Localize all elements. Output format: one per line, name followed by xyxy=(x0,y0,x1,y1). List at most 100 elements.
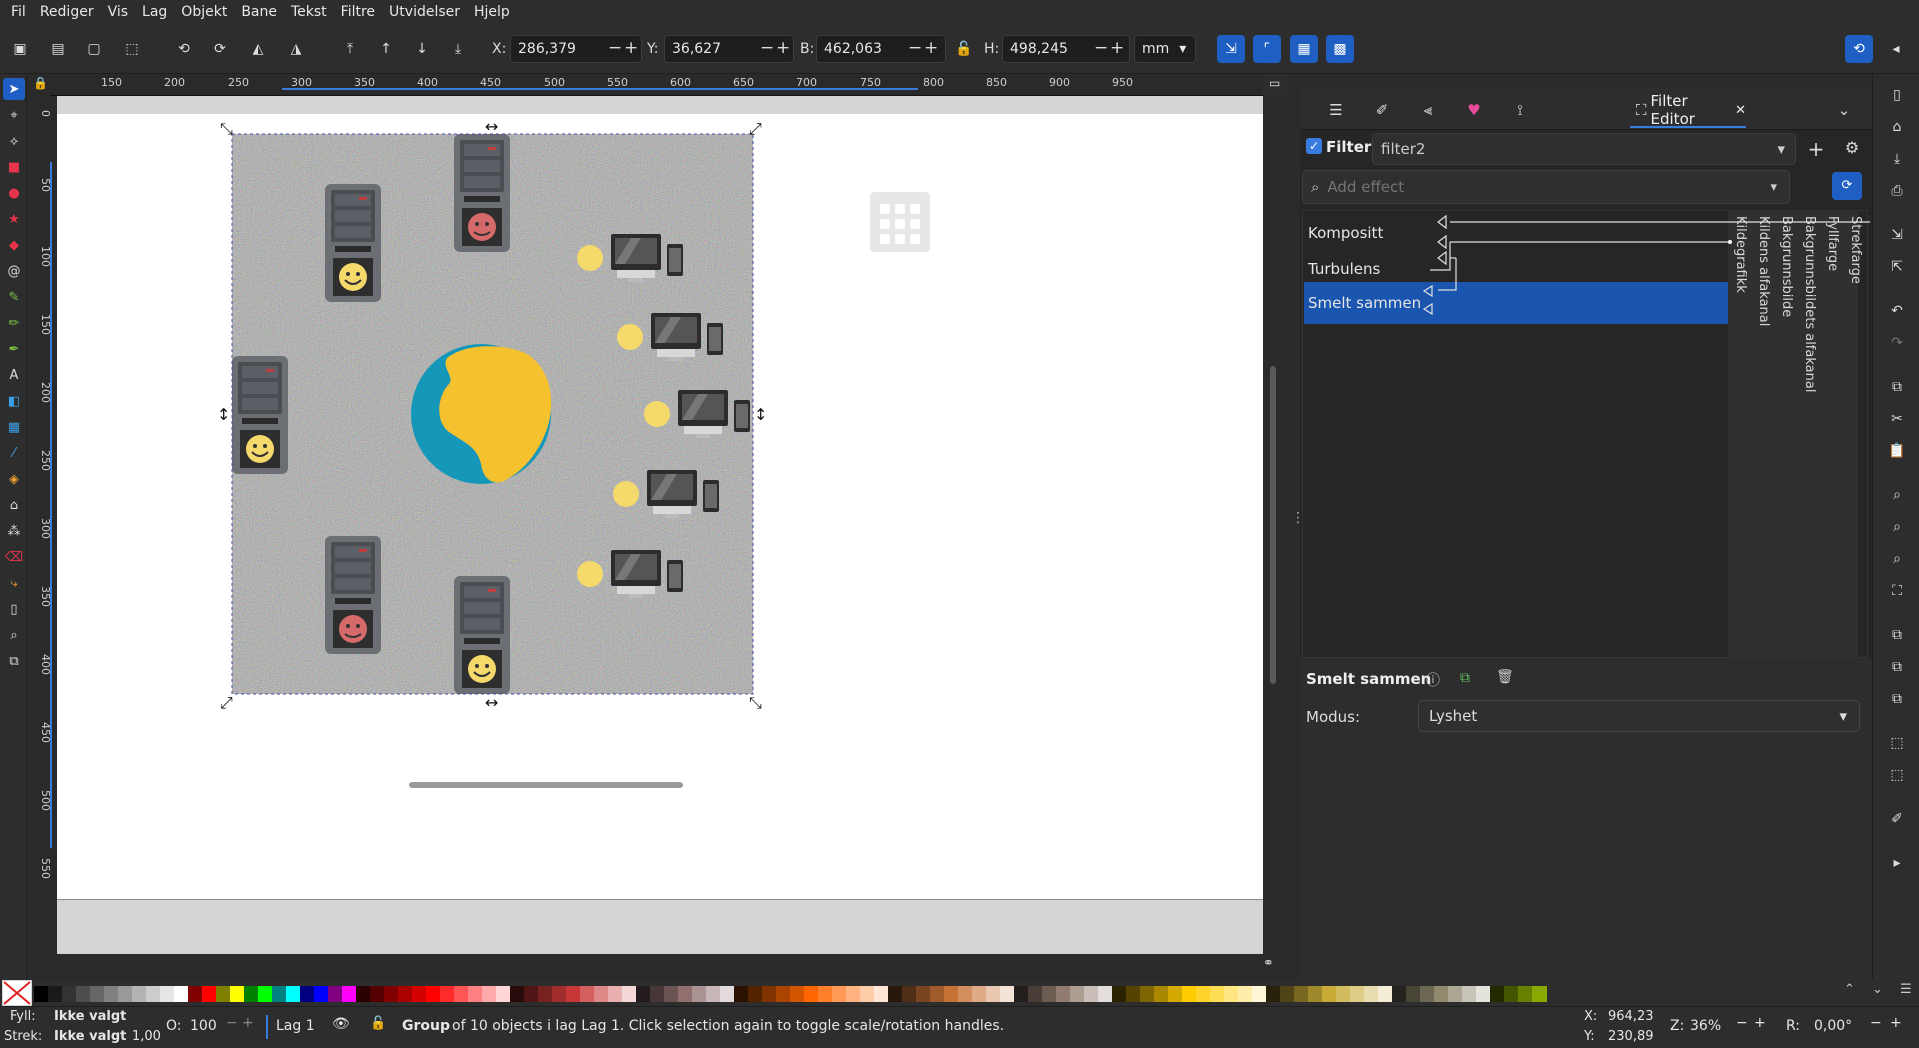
y-decrement[interactable]: − xyxy=(760,40,774,57)
color-swatch[interactable] xyxy=(1434,986,1449,1002)
color-swatch[interactable] xyxy=(944,986,959,1002)
pencil-tool-icon[interactable]: ✏ xyxy=(3,312,25,334)
transform-patterns-icon[interactable]: ▩ xyxy=(1326,35,1354,63)
color-swatch[interactable] xyxy=(244,986,259,1002)
menu-object[interactable]: Objekt xyxy=(174,0,234,24)
color-swatch[interactable] xyxy=(1280,986,1295,1002)
color-swatch[interactable] xyxy=(608,986,623,1002)
stroke-width-value[interactable]: 1,00 xyxy=(132,1029,161,1044)
connector-tool-icon[interactable]: ⤷ xyxy=(3,572,25,594)
duplicate-effect-icon[interactable]: ⧉ xyxy=(1460,670,1470,686)
zoom-increment[interactable]: + xyxy=(1754,1015,1766,1031)
import-icon[interactable]: ⇲ xyxy=(1886,224,1908,246)
filter-select[interactable]: filter2 ▾ xyxy=(1372,133,1796,165)
color-swatch[interactable] xyxy=(342,986,357,1002)
color-swatch[interactable] xyxy=(1014,986,1029,1002)
color-swatch[interactable] xyxy=(888,986,903,1002)
color-swatch[interactable] xyxy=(594,986,609,1002)
color-swatch[interactable] xyxy=(1154,986,1169,1002)
fill-value[interactable]: Ikke valgt xyxy=(54,1009,126,1024)
close-icon[interactable]: ✕ xyxy=(1735,103,1746,118)
color-swatch[interactable] xyxy=(1140,986,1155,1002)
dropper-tool-icon[interactable]: ⁄ xyxy=(3,442,25,464)
color-swatch[interactable] xyxy=(370,986,385,1002)
opacity-value[interactable]: 100 xyxy=(190,1018,217,1034)
menu-path[interactable]: Bane xyxy=(234,0,284,24)
deselect-icon[interactable]: ▢ xyxy=(80,35,108,63)
select-same-icon[interactable]: ⬚ xyxy=(118,35,146,63)
color-swatch[interactable] xyxy=(216,986,231,1002)
color-swatch[interactable] xyxy=(132,986,147,1002)
mode-select[interactable]: Lyshet ▾ xyxy=(1418,700,1860,732)
copy-icon[interactable]: ⧉ xyxy=(1886,376,1908,398)
tweak-objects-tool-icon[interactable]: ⌂ xyxy=(3,494,25,516)
trash-icon[interactable]: 🗑 xyxy=(1496,669,1514,685)
save-icon[interactable]: ⤓ xyxy=(1886,148,1908,170)
color-swatch[interactable] xyxy=(552,986,567,1002)
star-tool-icon[interactable]: ★ xyxy=(3,208,25,230)
unlink-clone-icon[interactable]: ⧉ xyxy=(1886,688,1908,710)
width-increment[interactable]: + xyxy=(924,40,938,57)
color-swatch[interactable] xyxy=(1490,986,1505,1002)
color-swatch[interactable] xyxy=(398,986,413,1002)
cut-icon[interactable]: ✂ xyxy=(1886,408,1908,430)
color-swatch[interactable] xyxy=(1168,986,1183,1002)
color-swatch[interactable] xyxy=(146,986,161,1002)
color-swatch[interactable] xyxy=(1000,986,1015,1002)
zoom-value[interactable]: 36% xyxy=(1690,1018,1721,1034)
fill-stroke-icon[interactable]: ✐ xyxy=(1886,808,1908,830)
color-swatch[interactable] xyxy=(776,986,791,1002)
raise-icon[interactable]: ↑ xyxy=(372,35,400,63)
color-swatch[interactable] xyxy=(958,986,973,1002)
flip-vertical-icon[interactable]: ◮ xyxy=(282,35,310,63)
add-effect-input[interactable] xyxy=(1327,178,1748,196)
color-swatch[interactable] xyxy=(286,986,301,1002)
y-increment[interactable]: + xyxy=(776,40,790,57)
tweak-tool-icon[interactable]: ⟡ xyxy=(3,130,25,152)
color-swatch[interactable] xyxy=(384,986,399,1002)
menu-edit[interactable]: Rediger xyxy=(33,0,101,24)
collapse-arrow-icon[interactable]: ◂ xyxy=(1882,35,1910,63)
color-swatch[interactable] xyxy=(650,986,665,1002)
color-swatch[interactable] xyxy=(1084,986,1099,1002)
info-icon[interactable]: ⓘ xyxy=(1426,670,1440,690)
duplicate-icon[interactable]: ⧉ xyxy=(1886,624,1908,646)
color-swatch[interactable] xyxy=(104,986,119,1002)
color-swatch[interactable] xyxy=(1308,986,1323,1002)
rotation-value[interactable]: 0,00° xyxy=(1814,1018,1852,1034)
export-icon[interactable]: ⇱ xyxy=(1886,256,1908,278)
color-swatch[interactable] xyxy=(118,986,133,1002)
lower-icon[interactable]: ↓ xyxy=(408,35,436,63)
zoom-center-icon[interactable]: ⛶ xyxy=(1886,580,1908,602)
color-swatch[interactable] xyxy=(468,986,483,1002)
color-swatch[interactable] xyxy=(748,986,763,1002)
color-swatch[interactable] xyxy=(580,986,595,1002)
menu-text[interactable]: Tekst xyxy=(284,0,334,24)
color-swatch[interactable] xyxy=(230,986,245,1002)
chevron-down-icon[interactable]: ▾ xyxy=(1770,180,1777,195)
color-swatch[interactable] xyxy=(62,986,77,1002)
color-swatch[interactable] xyxy=(1378,986,1393,1002)
palette-menu-icon[interactable]: ☰ xyxy=(1900,982,1912,997)
pages-tool-icon[interactable]: ▯ xyxy=(3,598,25,620)
layers-tab-icon[interactable]: ☰ xyxy=(1316,96,1356,124)
zoom-selection-icon[interactable]: ⌕ xyxy=(1886,484,1908,506)
color-swatch[interactable] xyxy=(34,986,49,1002)
color-swatch[interactable] xyxy=(930,986,945,1002)
ungroup-icon[interactable]: ⬚ xyxy=(1886,764,1908,786)
print-icon[interactable]: ⎙ xyxy=(1886,180,1908,202)
color-swatch[interactable] xyxy=(902,986,917,1002)
color-swatch[interactable] xyxy=(454,986,469,1002)
color-swatch[interactable] xyxy=(1336,986,1351,1002)
lock-icon[interactable]: 🔓 xyxy=(370,1016,386,1031)
fill-stroke-tab-icon[interactable]: ✐ xyxy=(1362,96,1402,124)
color-swatch[interactable] xyxy=(440,986,455,1002)
color-swatch[interactable] xyxy=(622,986,637,1002)
color-swatch[interactable] xyxy=(356,986,371,1002)
xml-editor-tab-icon[interactable]: ⟟ xyxy=(1500,96,1540,124)
lock-icon[interactable]: 🔒 xyxy=(33,76,48,90)
zoom-decrement[interactable]: − xyxy=(1736,1015,1748,1031)
color-swatch[interactable] xyxy=(76,986,91,1002)
color-swatch[interactable] xyxy=(874,986,889,1002)
color-swatch[interactable] xyxy=(1420,986,1435,1002)
